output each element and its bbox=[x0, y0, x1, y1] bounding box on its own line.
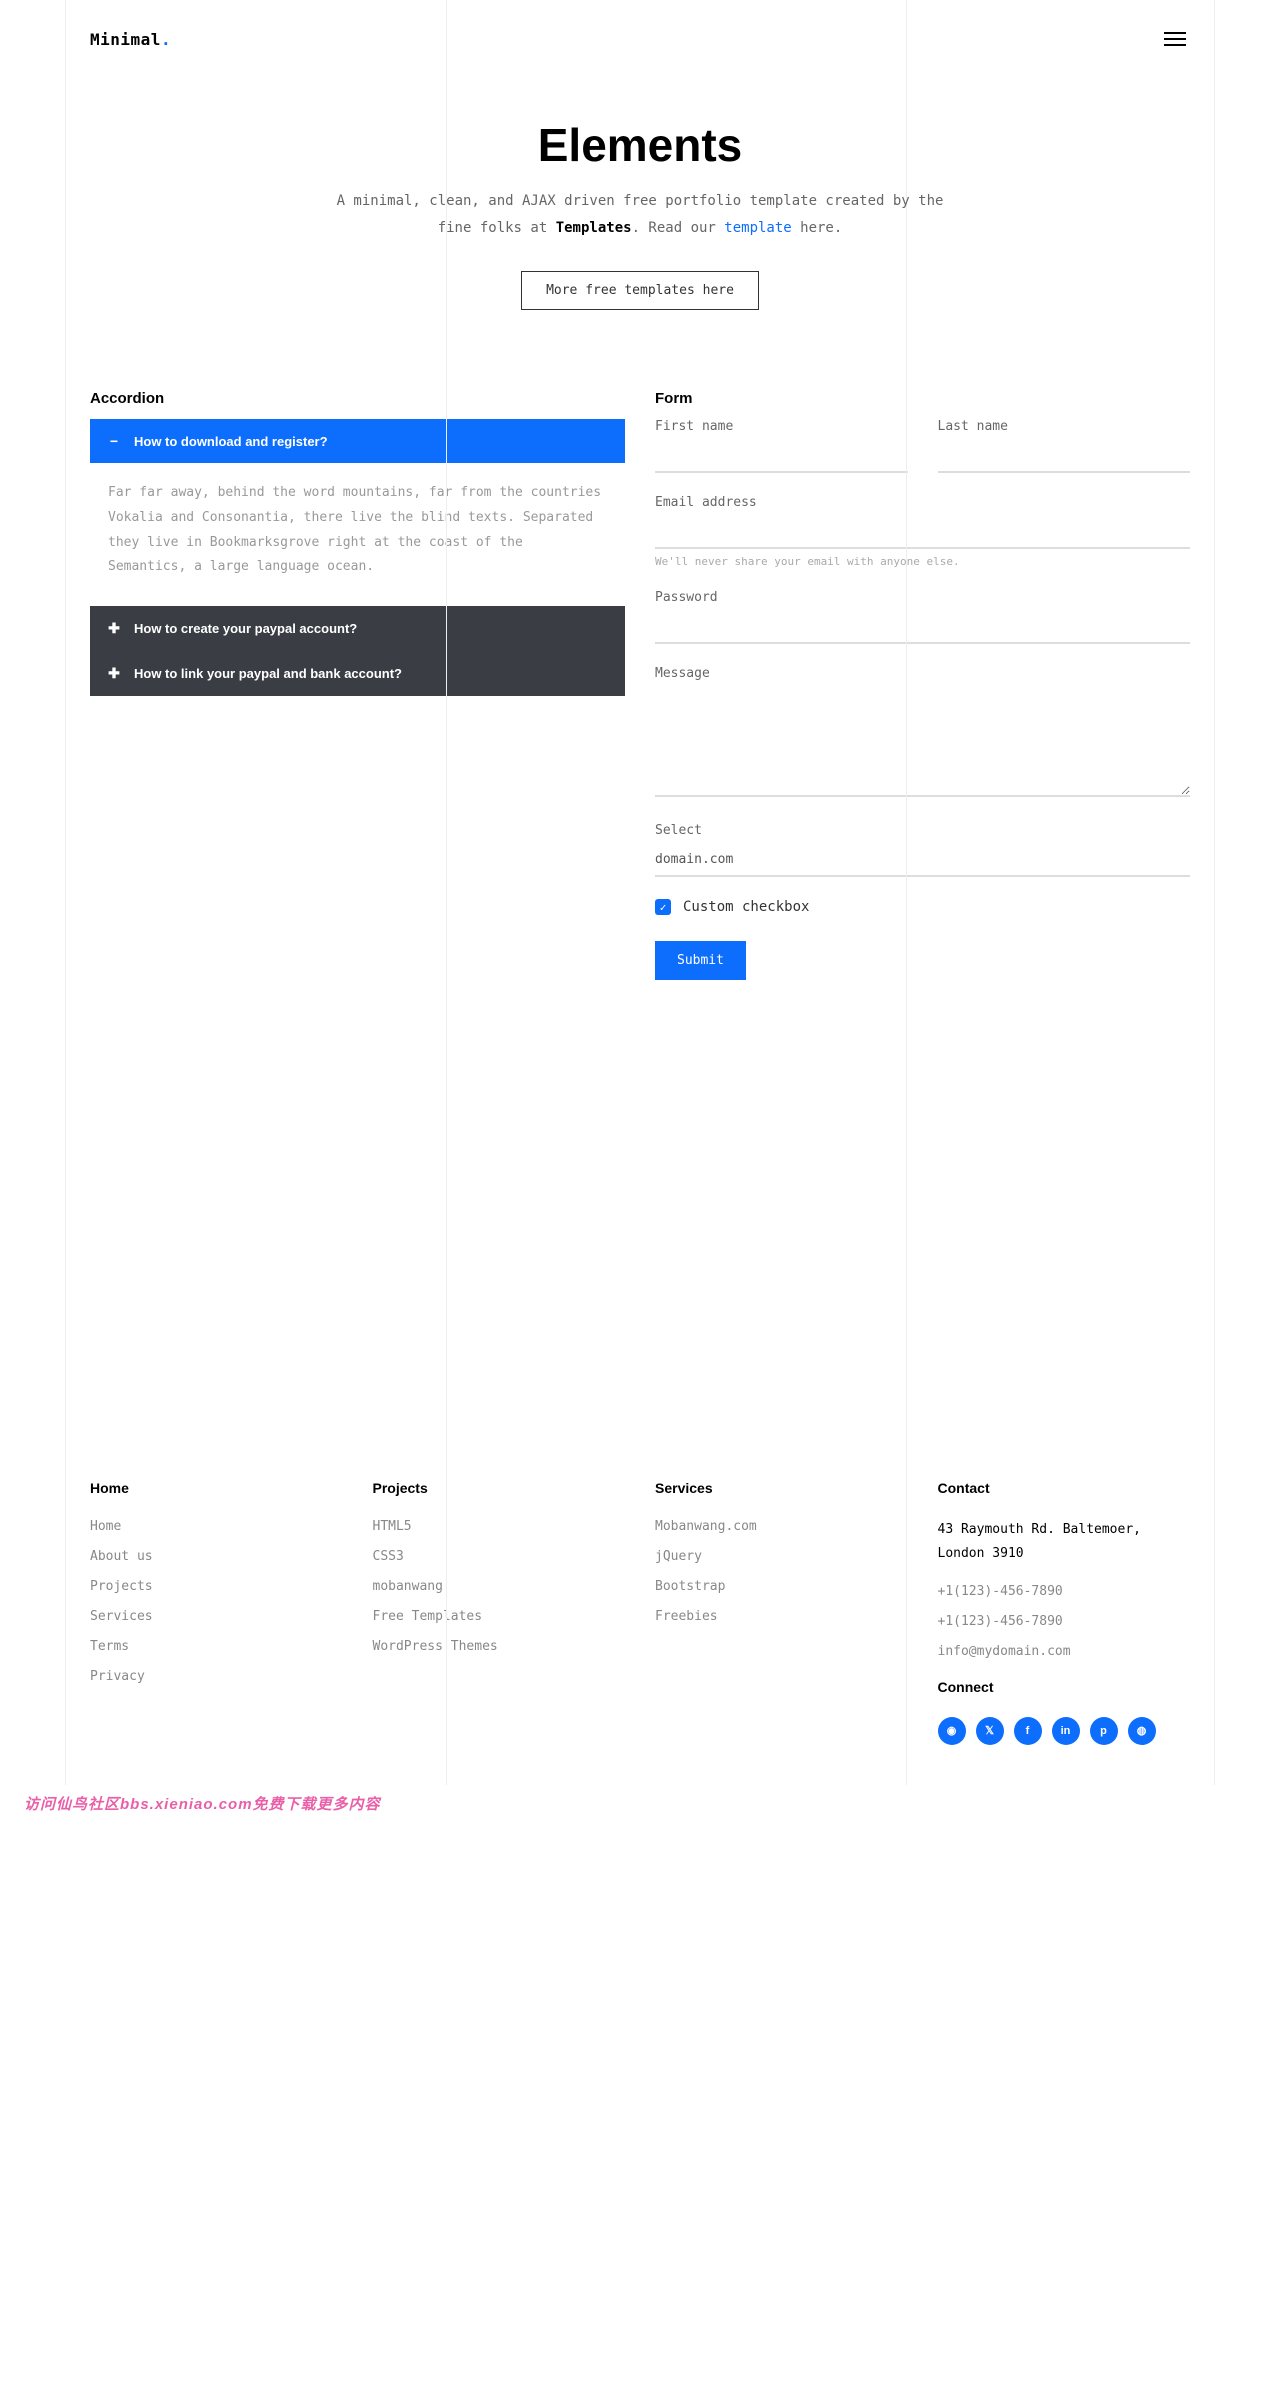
plus-icon: ✚ bbox=[108, 620, 120, 637]
email-label: Email address bbox=[655, 495, 1190, 510]
select-label: Select bbox=[655, 823, 1190, 838]
menu-icon[interactable] bbox=[1160, 28, 1190, 50]
form-heading: Form bbox=[655, 390, 1190, 407]
hero-intro: A minimal, clean, and AJAX driven free p… bbox=[320, 188, 960, 241]
footer-link[interactable]: Mobanwang.com bbox=[655, 1519, 757, 1534]
contact-phone[interactable]: +1(123)-456-7890 bbox=[938, 1584, 1063, 1599]
footer-link[interactable]: Home bbox=[90, 1519, 121, 1534]
minus-icon: − bbox=[108, 433, 120, 449]
accordion: − How to download and register? Far far … bbox=[90, 419, 625, 696]
accordion-heading: Accordion bbox=[90, 390, 625, 407]
footer-link[interactable]: About us bbox=[90, 1549, 153, 1564]
footer-link[interactable]: Terms bbox=[90, 1639, 129, 1654]
footer-link[interactable]: Freebies bbox=[655, 1609, 718, 1624]
accordion-header-3[interactable]: ✚ How to link your paypal and bank accou… bbox=[90, 651, 625, 696]
demo-form: First name Last name Email address We'll… bbox=[655, 419, 1190, 980]
footer-link[interactable]: Free Templates bbox=[373, 1609, 483, 1624]
first-name-label: First name bbox=[655, 419, 908, 434]
contact-address: 43 Raymouth Rd. Baltemoer, London 3910 bbox=[938, 1518, 1191, 1565]
footer-link[interactable]: Services bbox=[90, 1609, 153, 1624]
custom-checkbox[interactable]: ✓ bbox=[655, 899, 671, 915]
email-hint: We'll never share your email with anyone… bbox=[655, 555, 1190, 568]
footer-link[interactable]: WordPress Themes bbox=[373, 1639, 498, 1654]
last-name-label: Last name bbox=[938, 419, 1191, 434]
footer-link[interactable]: HTML5 bbox=[373, 1519, 412, 1534]
accordion-body-1: Far far away, behind the word mountains,… bbox=[90, 463, 625, 606]
dribbble-icon[interactable]: ◍ bbox=[1128, 1717, 1156, 1745]
footer-home-title: Home bbox=[90, 1480, 343, 1496]
linkedin-icon[interactable]: in bbox=[1052, 1717, 1080, 1745]
checkbox-label: Custom checkbox bbox=[683, 899, 809, 915]
facebook-icon[interactable]: f bbox=[1014, 1717, 1042, 1745]
footer-contact-title: Contact bbox=[938, 1480, 1191, 1496]
twitter-icon[interactable]: 𝕏 bbox=[976, 1717, 1004, 1745]
submit-button[interactable]: Submit bbox=[655, 941, 746, 980]
first-name-input[interactable] bbox=[655, 440, 908, 473]
footer-link[interactable]: jQuery bbox=[655, 1549, 702, 1564]
footer-services-title: Services bbox=[655, 1480, 908, 1496]
accordion-header-2[interactable]: ✚ How to create your paypal account? bbox=[90, 606, 625, 651]
footer-link[interactable]: Bootstrap bbox=[655, 1579, 725, 1594]
watermark: 访问仙鸟社区bbs.xieniao.com免费下载更多内容 bbox=[0, 1785, 1280, 1822]
logo[interactable]: Minimal. bbox=[90, 30, 171, 49]
password-input[interactable] bbox=[655, 611, 1190, 644]
contact-email[interactable]: info@mydomain.com bbox=[938, 1644, 1071, 1659]
more-templates-button[interactable]: More free templates here bbox=[521, 271, 759, 310]
instagram-icon[interactable]: ◉ bbox=[938, 1717, 966, 1745]
message-input[interactable] bbox=[655, 687, 1190, 797]
footer-connect-title: Connect bbox=[938, 1679, 1191, 1695]
select-input[interactable]: domain.com bbox=[655, 844, 1190, 877]
template-link[interactable]: template bbox=[724, 220, 791, 236]
footer-link[interactable]: Privacy bbox=[90, 1669, 145, 1684]
footer-projects-title: Projects bbox=[373, 1480, 626, 1496]
accordion-header-1[interactable]: − How to download and register? bbox=[90, 419, 625, 463]
plus-icon: ✚ bbox=[108, 665, 120, 682]
last-name-input[interactable] bbox=[938, 440, 1191, 473]
footer-link[interactable]: Projects bbox=[90, 1579, 153, 1594]
footer-link[interactable]: mobanwang bbox=[373, 1579, 443, 1594]
email-input[interactable] bbox=[655, 516, 1190, 549]
contact-phone[interactable]: +1(123)-456-7890 bbox=[938, 1614, 1063, 1629]
footer-link[interactable]: CSS3 bbox=[373, 1549, 404, 1564]
message-label: Message bbox=[655, 666, 1190, 681]
page-title: Elements bbox=[86, 118, 1194, 172]
password-label: Password bbox=[655, 590, 1190, 605]
pinterest-icon[interactable]: p bbox=[1090, 1717, 1118, 1745]
